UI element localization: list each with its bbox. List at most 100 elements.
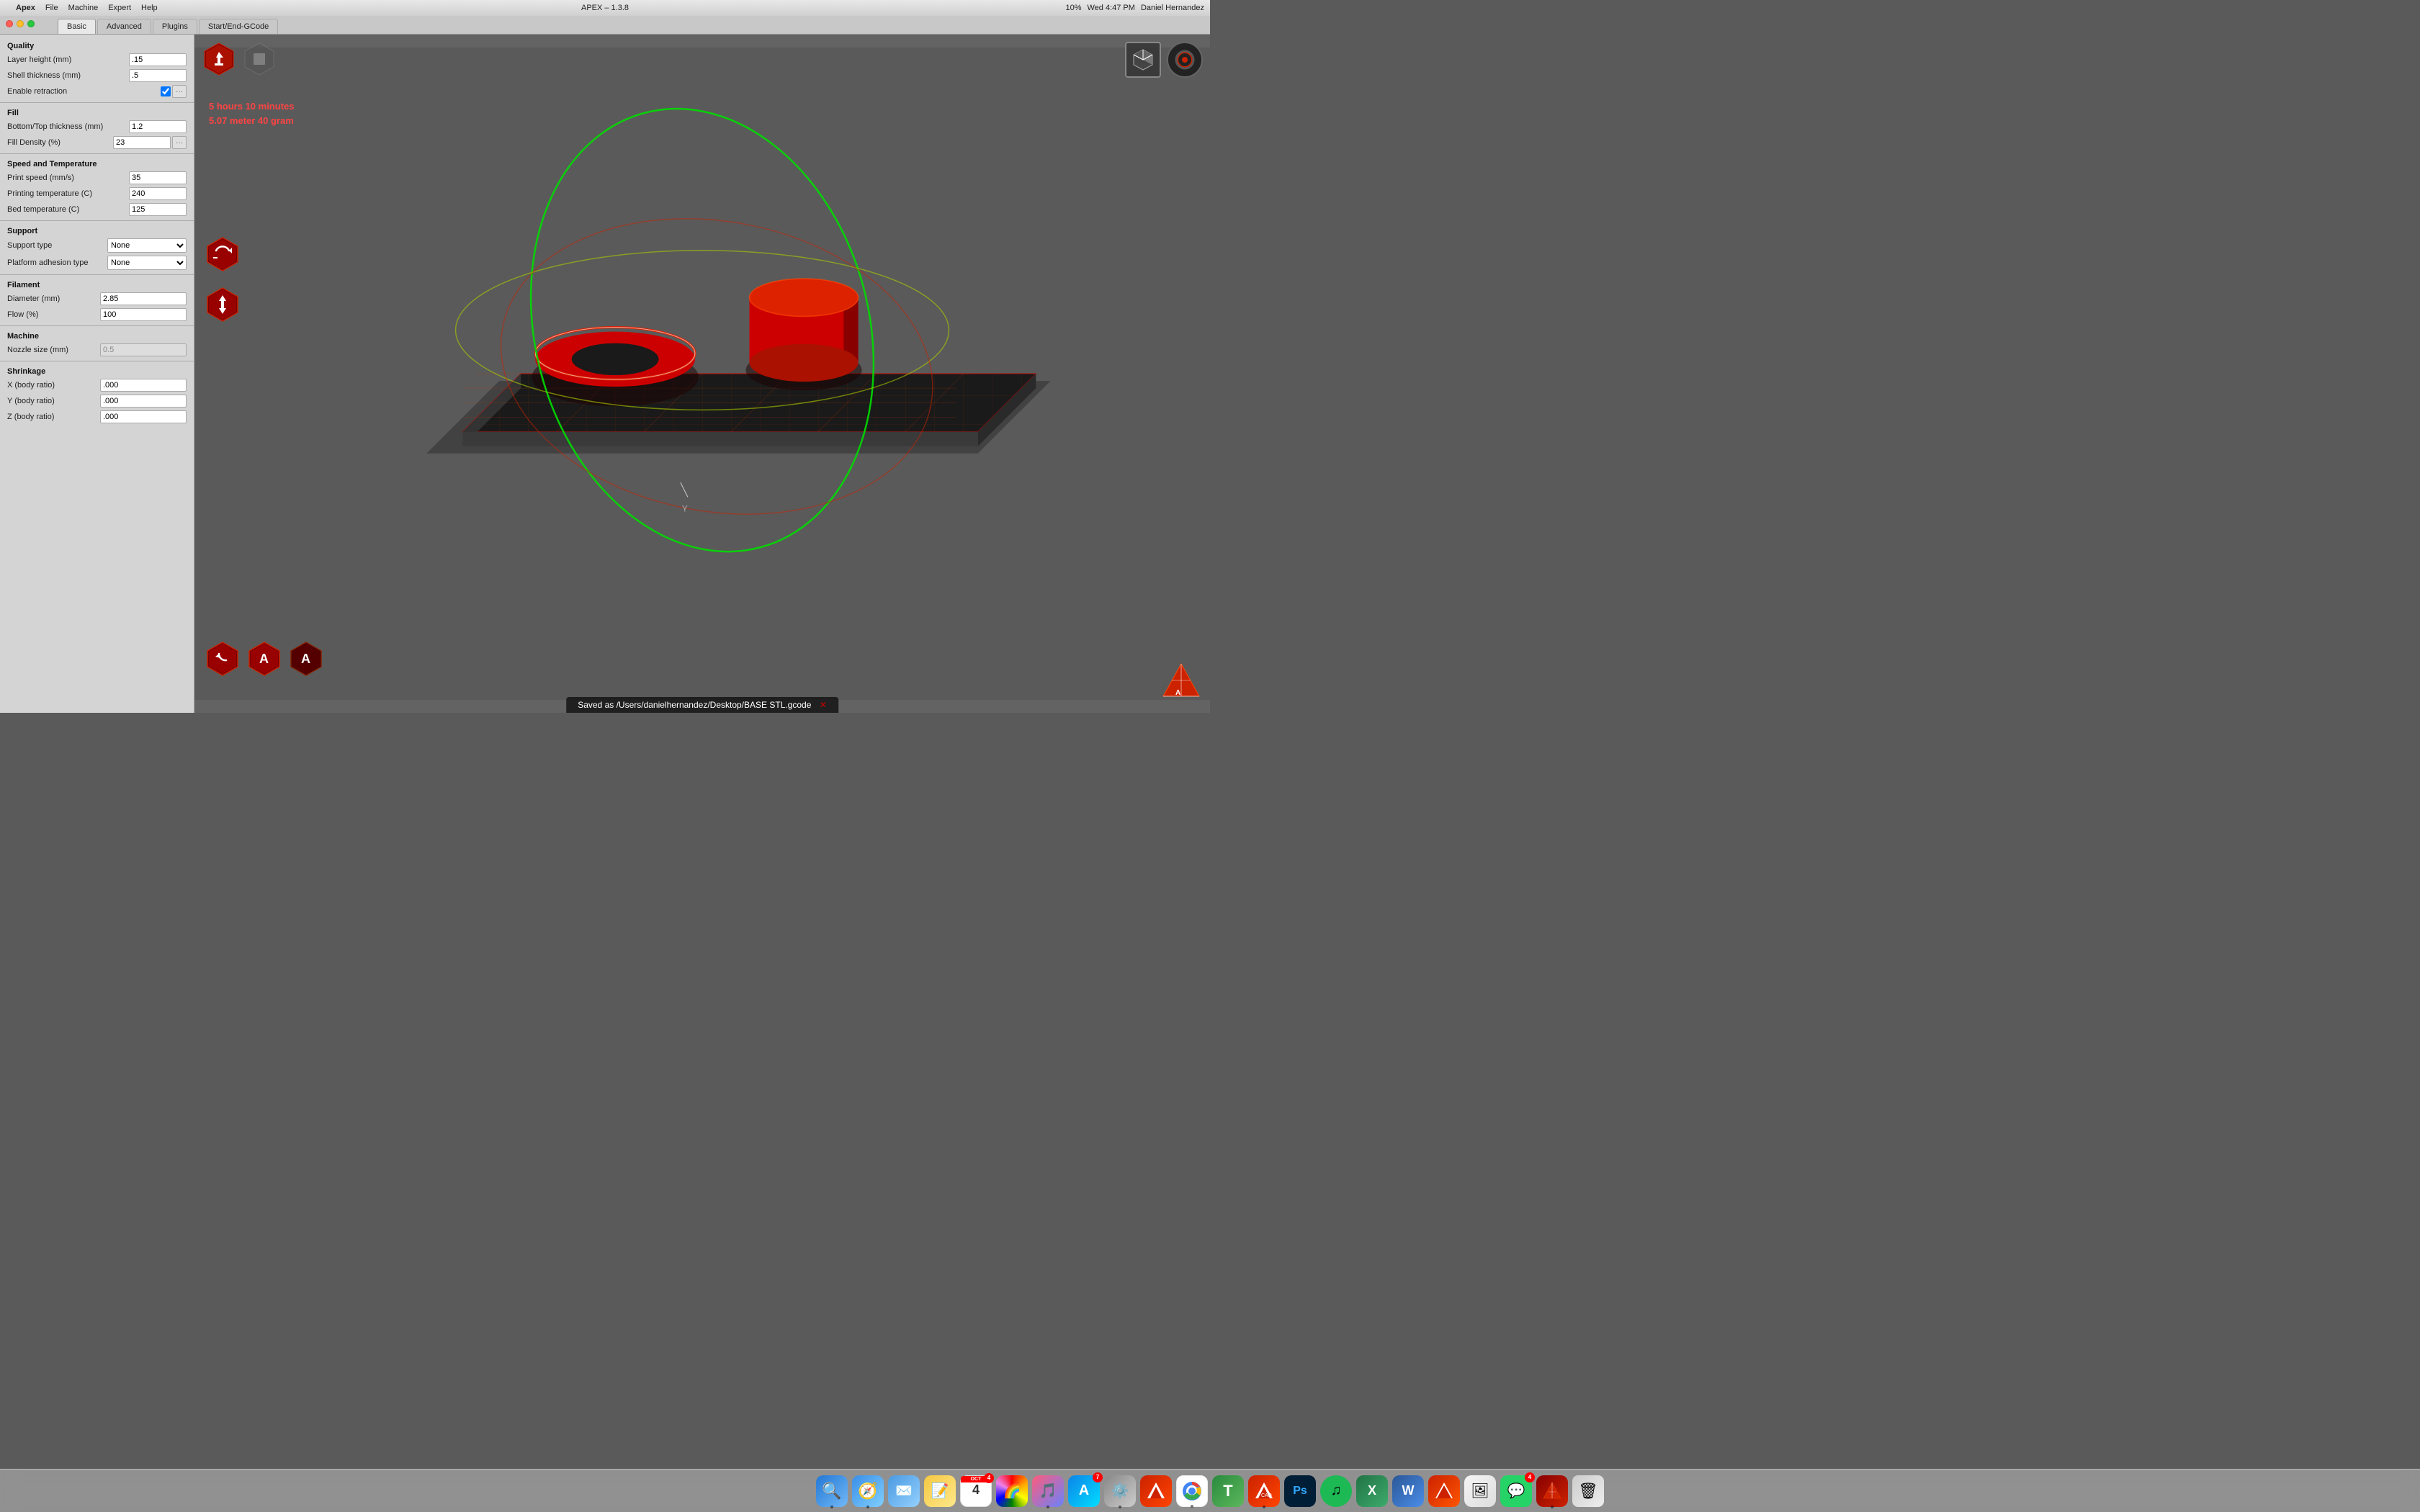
printing-temp-input[interactable]	[129, 187, 187, 200]
dock-finder[interactable]: 🔍	[816, 1475, 848, 1507]
status-text: Saved as /Users/danielhernandez/Desktop/…	[578, 700, 811, 710]
viewport: Y 5 hours 10 minutes 5.07 meter 40 gram	[194, 35, 1210, 713]
dock-apex[interactable]	[1536, 1475, 1568, 1507]
diameter-row: Diameter (mm)	[0, 291, 194, 307]
menubar-left: Apex File Machine Expert Help	[6, 4, 158, 12]
dock-mail[interactable]: ✉️	[888, 1475, 920, 1507]
left-toolbar	[205, 236, 241, 272]
dock-chrome[interactable]	[1176, 1475, 1208, 1507]
dock-sketchup[interactable]	[1428, 1475, 1460, 1507]
dock-excel[interactable]: X	[1356, 1475, 1388, 1507]
svg-text:CAD: CAD	[1261, 1493, 1272, 1498]
dock-appstore[interactable]: A 7	[1068, 1475, 1100, 1507]
enable-retraction-row: Enable retraction ···	[0, 84, 194, 99]
platform-adhesion-row: Platform adhesion type None Brim Raft	[0, 254, 194, 271]
content-area: Quality Layer height (mm) Shell thicknes…	[0, 35, 1210, 713]
section-shrinkage: Shrinkage	[0, 364, 194, 377]
close-button[interactable]	[6, 20, 13, 27]
section-support: Support	[0, 224, 194, 237]
scale-button[interactable]	[205, 287, 241, 323]
bottom-toolbar: A A	[205, 641, 324, 677]
apex-logo: A	[1160, 660, 1203, 706]
dock-autodesk[interactable]	[1140, 1475, 1172, 1507]
section-filament: Filament	[0, 278, 194, 291]
shell-thickness-row: Shell thickness (mm)	[0, 68, 194, 84]
dock-calendar[interactable]: OCT 4 4	[960, 1475, 992, 1507]
dock-trash[interactable]: 🗑	[1572, 1475, 1604, 1507]
left-panel: Quality Layer height (mm) Shell thicknes…	[0, 35, 194, 713]
arrange-button[interactable]: A	[246, 641, 282, 677]
flow-row: Flow (%)	[0, 307, 194, 323]
load-model-button[interactable]	[202, 42, 236, 76]
tab-plugins[interactable]: Plugins	[153, 19, 197, 34]
shrink-z-input[interactable]	[100, 410, 187, 423]
dock-torchvac[interactable]: T	[1212, 1475, 1244, 1507]
section-quality: Quality	[0, 39, 194, 52]
second-toolbar-button[interactable]	[242, 42, 277, 76]
shrink-z-label: Z (body ratio)	[7, 413, 100, 421]
nozzle-size-row: Nozzle size (mm)	[0, 342, 194, 358]
left-toolbar-2	[205, 287, 241, 323]
tab-advanced[interactable]: Advanced	[97, 19, 151, 34]
tab-startend-gcode[interactable]: Start/End-GCode	[199, 19, 278, 34]
bed-temp-row: Bed temperature (C)	[0, 202, 194, 217]
print-speed-input[interactable]	[129, 171, 187, 184]
diameter-input[interactable]	[100, 292, 187, 305]
undo-button[interactable]	[205, 641, 241, 677]
minimize-button[interactable]	[17, 20, 24, 27]
shrink-y-input[interactable]	[100, 395, 187, 408]
print-time: 5 hours 10 minutes	[209, 99, 294, 114]
bottom-top-thickness-input[interactable]	[129, 120, 187, 133]
print-speed-label: Print speed (mm/s)	[7, 174, 129, 182]
dock-autocad[interactable]: CAD	[1248, 1475, 1280, 1507]
dock-whatsapp[interactable]: 💬 4	[1500, 1475, 1532, 1507]
layer-height-input[interactable]	[129, 53, 187, 66]
shrink-y-row: Y (body ratio)	[0, 393, 194, 409]
svg-text:A: A	[1175, 689, 1180, 697]
dock: 🔍 🧭 ✉️ 📝 OCT 4 4 🌈 🎵 A 7 ⚙️	[0, 1469, 2420, 1512]
shrink-x-input[interactable]	[100, 379, 187, 392]
bed-temp-input[interactable]	[129, 203, 187, 216]
dock-spotify[interactable]: ♫	[1320, 1475, 1352, 1507]
menu-help[interactable]: Help	[141, 4, 158, 12]
support-type-label: Support type	[7, 241, 107, 250]
menu-apex[interactable]: Apex	[16, 4, 35, 12]
dock-system-prefs[interactable]: ⚙️	[1104, 1475, 1136, 1507]
menu-expert[interactable]: Expert	[108, 4, 131, 12]
view-cube-button[interactable]	[1125, 42, 1161, 78]
platform-adhesion-select[interactable]: None Brim Raft	[107, 256, 187, 270]
support-type-select[interactable]: None Touching buildplate Everywhere	[107, 238, 187, 253]
shell-thickness-input[interactable]	[129, 69, 187, 82]
shrink-x-label: X (body ratio)	[7, 381, 100, 390]
dock-safari[interactable]: 🧭	[852, 1475, 884, 1507]
rotate-button[interactable]	[205, 236, 241, 272]
status-close[interactable]: ✕	[820, 700, 827, 710]
dock-notes[interactable]: 📝	[924, 1475, 956, 1507]
fill-density-input[interactable]	[113, 136, 171, 149]
shell-thickness-label: Shell thickness (mm)	[7, 71, 129, 80]
tab-basic[interactable]: Basic	[58, 19, 96, 34]
enable-retraction-label: Enable retraction	[7, 87, 161, 96]
dock-preview[interactable]: 🖼	[1464, 1475, 1496, 1507]
align-button[interactable]: A	[288, 641, 324, 677]
menu-file[interactable]: File	[45, 4, 58, 12]
dock-itunes[interactable]: 🎵	[1032, 1475, 1064, 1507]
maximize-button[interactable]	[27, 20, 35, 27]
flow-label: Flow (%)	[7, 310, 100, 319]
dock-word[interactable]: W	[1392, 1475, 1424, 1507]
menu-machine[interactable]: Machine	[68, 4, 99, 12]
retraction-dots[interactable]: ···	[172, 85, 187, 98]
layer-height-label: Layer height (mm)	[7, 55, 129, 64]
shrink-x-row: X (body ratio)	[0, 377, 194, 393]
dock-photos[interactable]: 🌈	[996, 1475, 1028, 1507]
enable-retraction-checkbox[interactable]	[161, 86, 171, 96]
camera-settings-button[interactable]	[1167, 42, 1203, 78]
section-fill: Fill	[0, 106, 194, 119]
fill-density-dots[interactable]: ···	[172, 136, 187, 149]
tab-bar: Basic Advanced Plugins Start/End-GCode	[0, 16, 1210, 35]
menubar: Apex File Machine Expert Help APEX – 1.3…	[0, 0, 1210, 16]
toolbar-top-left	[202, 42, 277, 76]
dock-photoshop[interactable]: Ps	[1284, 1475, 1316, 1507]
main-window: Basic Advanced Plugins Start/End-GCode Q…	[0, 16, 1210, 713]
flow-input[interactable]	[100, 308, 187, 321]
